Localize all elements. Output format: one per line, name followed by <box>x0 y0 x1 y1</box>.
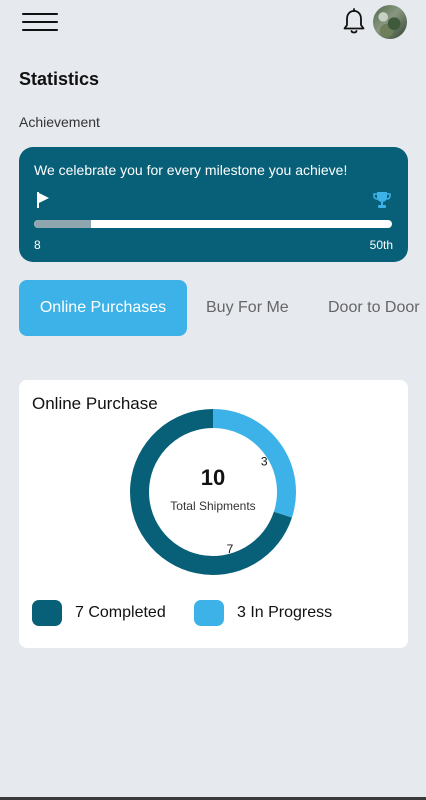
total-shipments-value: 10 <box>201 465 225 490</box>
legend-label-completed: 7 Completed <box>75 604 166 621</box>
tab-online-purchases[interactable]: Online Purchases <box>19 280 187 336</box>
legend-swatch-in-progress <box>194 600 224 626</box>
total-shipments-label: Total Shipments <box>170 499 255 513</box>
legend-label-in-progress: 3 In Progress <box>237 604 333 621</box>
legend-swatch-completed <box>32 600 62 626</box>
category-tabs: Online Purchases Buy For Me Door to Door <box>19 280 426 336</box>
legend-completed: 7 Completed <box>32 600 166 626</box>
shipments-donut-chart: 10 Total Shipments 3 7 <box>130 409 296 575</box>
achievement-section-label: Achievement <box>19 114 100 130</box>
progress-start-label: 8 <box>34 238 41 252</box>
page-title: Statistics <box>19 69 100 89</box>
flag-icon <box>37 192 49 208</box>
tab-door-to-door[interactable]: Door to Door <box>328 280 420 336</box>
achievement-card: We celebrate you for every milestone you… <box>19 147 408 262</box>
donut-data-label-in-progress: 3 <box>261 455 268 469</box>
donut-data-label-completed: 7 <box>227 542 234 556</box>
tab-buy-for-me[interactable]: Buy For Me <box>206 280 289 336</box>
progress-end-label: 50th <box>369 238 393 252</box>
hamburger-menu-icon[interactable] <box>22 11 58 33</box>
achievement-progress-bar <box>34 220 392 228</box>
legend-in-progress: 3 In Progress <box>194 600 332 626</box>
bell-icon[interactable] <box>341 8 367 36</box>
trophy-icon <box>373 192 391 208</box>
achievement-progress-fill <box>34 220 92 228</box>
user-avatar[interactable] <box>373 5 407 39</box>
top-bar <box>0 0 426 44</box>
online-purchase-panel: Online Purchase 10 Total Shipments 37 7 … <box>19 380 408 648</box>
achievement-message: We celebrate you for every milestone you… <box>34 162 348 178</box>
